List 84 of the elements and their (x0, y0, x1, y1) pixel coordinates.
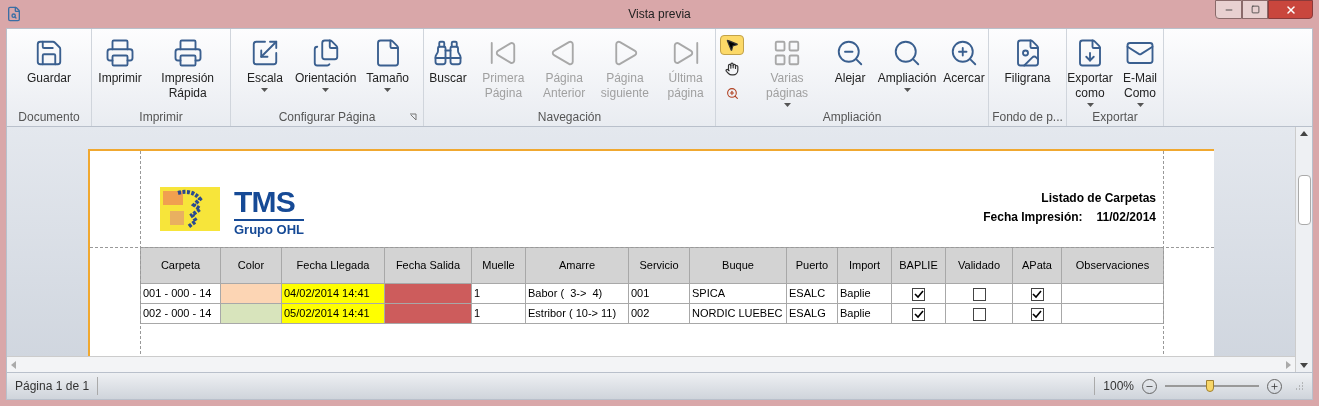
column-header: Import (837, 247, 892, 284)
column-header: APata (1012, 247, 1062, 284)
table-cell: 1 (471, 303, 526, 324)
tool-button[interactable] (720, 35, 744, 55)
vertical-scrollbar[interactable] (1295, 127, 1312, 372)
column-header: Observaciones (1061, 247, 1164, 284)
print-date-label: Fecha Impresión: (983, 209, 1083, 226)
ribbon-button[interactable]: Imprimir (94, 33, 146, 86)
app-icon (6, 6, 22, 22)
column-header: Validado (945, 247, 1013, 284)
table-cell: 002 - 000 - 14 (140, 303, 221, 324)
zoom-slider[interactable] (1165, 380, 1259, 392)
scroll-down-icon (1300, 363, 1308, 368)
logo-title: TMS (234, 187, 297, 217)
printer-icon (172, 38, 203, 68)
horizontal-scrollbar[interactable] (7, 356, 1295, 372)
logo-mosaic (160, 187, 220, 231)
report-heading: Listado de Carpetas (1041, 190, 1156, 207)
ribbon-button[interactable]: Orientación (290, 33, 361, 92)
table-cell: Baplie (837, 283, 892, 304)
scroll-thumb[interactable] (1297, 174, 1311, 225)
table-cell: NORDIC LUEBEC (689, 303, 787, 324)
ribbon-button[interactable]: Escala (240, 33, 289, 92)
page-count: Página 1 de 1 (15, 377, 99, 395)
ribbon-button[interactable]: Acercar (940, 33, 988, 86)
printer-icon (105, 38, 135, 68)
table-cell: Estribor ( 10-> 11) (525, 303, 629, 324)
ribbon-button[interactable]: Ampliación (876, 33, 938, 92)
maximize-icon (1250, 5, 1260, 14)
column-header: Fecha Salida (384, 247, 472, 284)
pointer-icon (725, 38, 739, 52)
ribbon-button[interactable]: Buscar (424, 33, 472, 86)
group-label: Configurar Página (278, 108, 376, 126)
save-icon (34, 38, 64, 68)
zoom-percent: 100% (1094, 377, 1134, 395)
logo-subtitle: Grupo OHL (234, 219, 305, 236)
column-header: Color (220, 247, 282, 284)
table-cell: ESALC (786, 283, 838, 304)
column-header: Buque (689, 247, 787, 284)
ribbon-button[interactable]: Filigrana (1000, 33, 1055, 86)
ribbon-button[interactable]: E-Mail Como (1116, 33, 1164, 107)
column-header: Carpeta (140, 247, 221, 284)
group-label: Ampliación (822, 108, 882, 126)
binoculars-icon (433, 38, 463, 68)
maximize-button[interactable] (1242, 0, 1268, 19)
slider-thumb[interactable] (1206, 380, 1215, 392)
column-header: Puerto (786, 247, 838, 284)
close-icon (1284, 3, 1297, 16)
scroll-right-icon (1286, 360, 1291, 369)
scroll-up-icon (1300, 131, 1308, 136)
group-label: Fondo de p... (992, 108, 1063, 126)
table-cell: 1 (471, 283, 526, 304)
column-header: Amarre (525, 247, 629, 284)
column-header: BAPLIE (891, 247, 946, 284)
plus-icon (1270, 381, 1279, 391)
column-header: Muelle (471, 247, 526, 284)
table-cell: 001 (628, 283, 690, 304)
ribbon-button[interactable]: Tamaño (362, 33, 414, 92)
table-cell: 002 (628, 303, 690, 324)
minimize-button[interactable] (1215, 0, 1242, 19)
group-label: Exportar (1092, 108, 1138, 126)
close-button[interactable] (1268, 0, 1313, 19)
ribbon-button[interactable]: Alejar (826, 33, 875, 86)
table-cell: 001 - 000 - 14 (140, 283, 221, 304)
scroll-left-icon (11, 360, 16, 369)
launcher-icon[interactable] (409, 112, 417, 121)
table-cell: Baplie (837, 303, 892, 324)
ribbon-button[interactable]: Impresión Rápida (147, 33, 228, 101)
resize-grip-icon (1294, 381, 1304, 391)
ribbon-button[interactable]: Guardar (23, 33, 75, 86)
window-title: Vista previa (628, 6, 691, 23)
group-label: Navegación (537, 108, 602, 126)
table-cell: Babor ( 3-> 4) (525, 283, 629, 304)
hand-icon (725, 62, 739, 76)
column-header: Servicio (628, 247, 690, 284)
zoom-icon (725, 86, 739, 100)
ribbon-button[interactable]: Exportar como (1066, 33, 1114, 107)
group-label: Imprimir (139, 108, 183, 126)
table-cell: SPICA (689, 283, 787, 304)
table-cell: ESALG (786, 303, 838, 324)
group-label: Documento (18, 108, 80, 126)
print-date: 11/02/2014 (1096, 209, 1156, 226)
column-header: Fecha Llegada (281, 247, 385, 284)
zoom-in-icon (949, 38, 979, 68)
